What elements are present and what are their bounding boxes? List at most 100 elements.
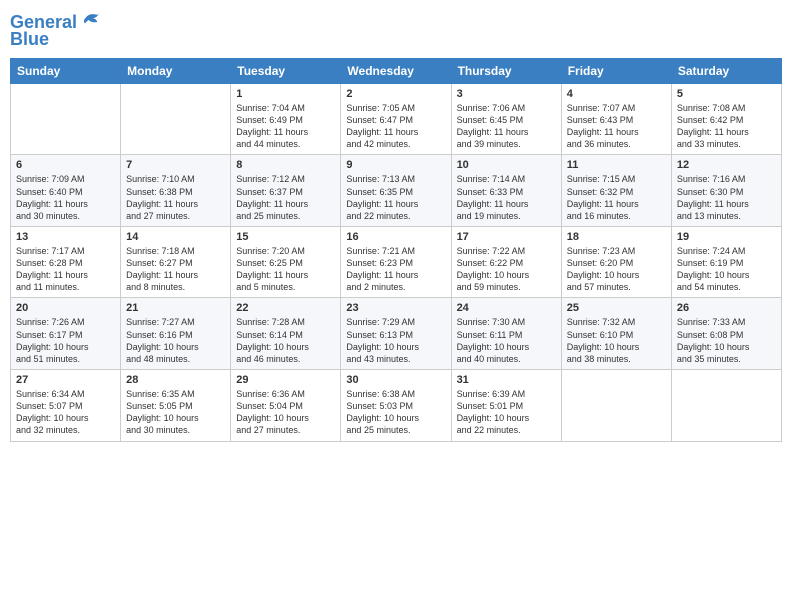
day-info: Sunrise: 7:30 AM Sunset: 6:11 PM Dayligh… [457,316,556,365]
calendar-header-tuesday: Tuesday [231,58,341,83]
calendar-cell [671,370,781,442]
day-number: 21 [126,302,225,314]
calendar-header-monday: Monday [121,58,231,83]
day-info: Sunrise: 6:39 AM Sunset: 5:01 PM Dayligh… [457,388,556,437]
calendar-header-saturday: Saturday [671,58,781,83]
day-number: 16 [346,231,445,243]
calendar-cell: 21Sunrise: 7:27 AM Sunset: 6:16 PM Dayli… [121,298,231,370]
day-info: Sunrise: 7:16 AM Sunset: 6:30 PM Dayligh… [677,173,776,222]
day-info: Sunrise: 7:09 AM Sunset: 6:40 PM Dayligh… [16,173,115,222]
calendar-cell: 15 Sunrise: 7:20 AM Sunset: 6:25 PM Dayli… [231,226,341,298]
calendar-cell: 22 Sunrise: 7:28 AM Sunset: 6:14 PM Dayli… [231,298,341,370]
day-number: 13 [16,231,115,243]
day-number: 1 [236,88,335,100]
day-number: 28 [126,374,225,386]
calendar-cell: 31 Sunrise: 6:39 AM Sunset: 5:01 PM Dayli… [451,370,561,442]
calendar-cell [561,370,671,442]
calendar-header-row: SundayMondayTuesdayWednesdayThursdayFrid… [11,58,782,83]
calendar-cell [121,83,231,155]
calendar-cell: 29 Sunrise: 6:36 AM Sunset: 5:04 PM Dayli… [231,370,341,442]
calendar-cell: 19 Sunrise: 7:24 AM Sunset: 6:19 PM Dayli… [671,226,781,298]
day-info: Sunrise: 7:18 AM Sunset: 6:27 PM Dayligh… [126,245,225,294]
calendar-week-row: 1Sunrise: 7:04 AM Sunset: 6:49 PM Daylig… [11,83,782,155]
calendar-week-row: 20 Sunrise: 7:26 AM Sunset: 6:17 PM Dayli… [11,298,782,370]
day-number: 9 [346,159,445,171]
calendar-cell: 14 Sunrise: 7:18 AM Sunset: 6:27 PM Dayli… [121,226,231,298]
calendar-cell: 25Sunrise: 7:32 AM Sunset: 6:10 PM Dayli… [561,298,671,370]
calendar-cell: 3 Sunrise: 7:06 AM Sunset: 6:45 PM Daylig… [451,83,561,155]
day-number: 3 [457,88,556,100]
calendar-cell: 11Sunrise: 7:15 AM Sunset: 6:32 PM Dayli… [561,155,671,227]
day-number: 19 [677,231,776,243]
day-info: Sunrise: 7:33 AM Sunset: 6:08 PM Dayligh… [677,316,776,365]
day-info: Sunrise: 7:24 AM Sunset: 6:19 PM Dayligh… [677,245,776,294]
day-info: Sunrise: 7:26 AM Sunset: 6:17 PM Dayligh… [16,316,115,365]
calendar-cell: 23 Sunrise: 7:29 AM Sunset: 6:13 PM Dayli… [341,298,451,370]
calendar-cell: 28 Sunrise: 6:35 AM Sunset: 5:05 PM Dayli… [121,370,231,442]
day-number: 24 [457,302,556,314]
calendar-week-row: 13 Sunrise: 7:17 AM Sunset: 6:28 PM Dayli… [11,226,782,298]
day-info: Sunrise: 7:28 AM Sunset: 6:14 PM Dayligh… [236,316,335,365]
calendar-header-wednesday: Wednesday [341,58,451,83]
calendar-cell: 20 Sunrise: 7:26 AM Sunset: 6:17 PM Dayli… [11,298,121,370]
day-info: Sunrise: 7:06 AM Sunset: 6:45 PM Dayligh… [457,102,556,151]
day-number: 14 [126,231,225,243]
day-number: 2 [346,88,445,100]
day-info: Sunrise: 7:12 AM Sunset: 6:37 PM Dayligh… [236,173,335,222]
calendar-cell: 18 Sunrise: 7:23 AM Sunset: 6:20 PM Dayli… [561,226,671,298]
calendar-cell: 12 Sunrise: 7:16 AM Sunset: 6:30 PM Dayli… [671,155,781,227]
day-number: 5 [677,88,776,100]
calendar-cell: 24 Sunrise: 7:30 AM Sunset: 6:11 PM Dayli… [451,298,561,370]
calendar-cell: 26 Sunrise: 7:33 AM Sunset: 6:08 PM Dayli… [671,298,781,370]
day-number: 12 [677,159,776,171]
day-info: Sunrise: 7:32 AM Sunset: 6:10 PM Dayligh… [567,316,666,365]
day-number: 18 [567,231,666,243]
calendar-cell: 2 Sunrise: 7:05 AM Sunset: 6:47 PM Daylig… [341,83,451,155]
day-number: 30 [346,374,445,386]
day-number: 29 [236,374,335,386]
logo: General Blue [10,10,101,50]
day-info: Sunrise: 7:10 AM Sunset: 6:38 PM Dayligh… [126,173,225,222]
day-info: Sunrise: 7:20 AM Sunset: 6:25 PM Dayligh… [236,245,335,294]
day-info: Sunrise: 7:14 AM Sunset: 6:33 PM Dayligh… [457,173,556,222]
day-info: Sunrise: 6:35 AM Sunset: 5:05 PM Dayligh… [126,388,225,437]
calendar-cell: 1Sunrise: 7:04 AM Sunset: 6:49 PM Daylig… [231,83,341,155]
calendar-header-sunday: Sunday [11,58,121,83]
day-info: Sunrise: 6:36 AM Sunset: 5:04 PM Dayligh… [236,388,335,437]
calendar-cell: 9Sunrise: 7:13 AM Sunset: 6:35 PM Daylig… [341,155,451,227]
calendar-cell: 6 Sunrise: 7:09 AM Sunset: 6:40 PM Daylig… [11,155,121,227]
calendar-cell: 13 Sunrise: 7:17 AM Sunset: 6:28 PM Dayli… [11,226,121,298]
day-info: Sunrise: 7:23 AM Sunset: 6:20 PM Dayligh… [567,245,666,294]
day-number: 17 [457,231,556,243]
calendar-header-friday: Friday [561,58,671,83]
day-number: 10 [457,159,556,171]
day-number: 23 [346,302,445,314]
day-number: 27 [16,374,115,386]
day-info: Sunrise: 7:22 AM Sunset: 6:22 PM Dayligh… [457,245,556,294]
calendar-cell: 17 Sunrise: 7:22 AM Sunset: 6:22 PM Dayli… [451,226,561,298]
day-info: Sunrise: 7:17 AM Sunset: 6:28 PM Dayligh… [16,245,115,294]
day-info: Sunrise: 6:34 AM Sunset: 5:07 PM Dayligh… [16,388,115,437]
page: General Blue SundayMondayTuesdayWednesda… [0,0,792,612]
calendar-cell: 7 Sunrise: 7:10 AM Sunset: 6:38 PM Daylig… [121,155,231,227]
calendar-cell: 8Sunrise: 7:12 AM Sunset: 6:37 PM Daylig… [231,155,341,227]
calendar-cell: 30 Sunrise: 6:38 AM Sunset: 5:03 PM Dayli… [341,370,451,442]
day-info: Sunrise: 7:05 AM Sunset: 6:47 PM Dayligh… [346,102,445,151]
day-number: 26 [677,302,776,314]
calendar-cell [11,83,121,155]
day-info: Sunrise: 6:38 AM Sunset: 5:03 PM Dayligh… [346,388,445,437]
day-number: 15 [236,231,335,243]
day-info: Sunrise: 7:21 AM Sunset: 6:23 PM Dayligh… [346,245,445,294]
day-number: 6 [16,159,115,171]
day-number: 31 [457,374,556,386]
day-number: 11 [567,159,666,171]
day-info: Sunrise: 7:08 AM Sunset: 6:42 PM Dayligh… [677,102,776,151]
day-number: 20 [16,302,115,314]
calendar-cell: 10 Sunrise: 7:14 AM Sunset: 6:33 PM Dayli… [451,155,561,227]
calendar-week-row: 27 Sunrise: 6:34 AM Sunset: 5:07 PM Dayli… [11,370,782,442]
calendar-table: SundayMondayTuesdayWednesdayThursdayFrid… [10,58,782,442]
day-number: 7 [126,159,225,171]
day-info: Sunrise: 7:29 AM Sunset: 6:13 PM Dayligh… [346,316,445,365]
day-number: 22 [236,302,335,314]
calendar-cell: 27 Sunrise: 6:34 AM Sunset: 5:07 PM Dayli… [11,370,121,442]
